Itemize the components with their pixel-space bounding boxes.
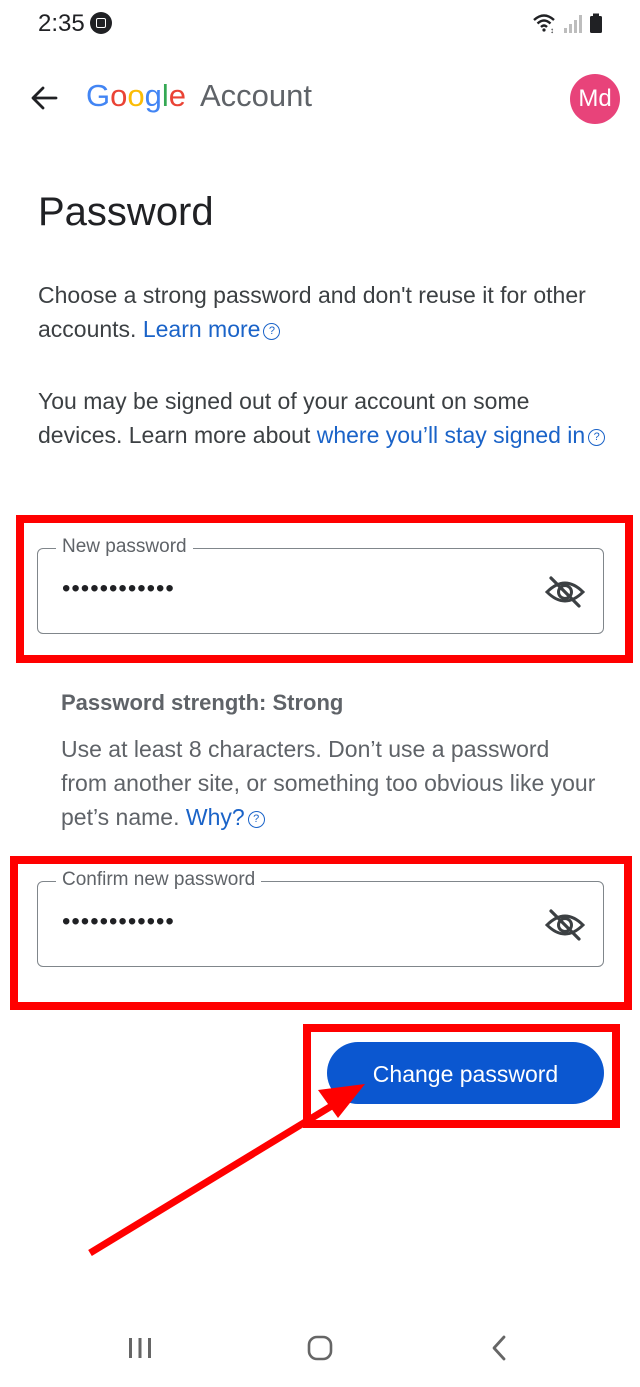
help-icon[interactable]: ?	[588, 429, 606, 446]
why-link[interactable]: Why?	[186, 804, 245, 830]
logo-letter: G	[86, 78, 111, 113]
intro-text: Choose a strong password and don't reuse…	[38, 282, 586, 342]
svg-text:↕: ↕	[550, 26, 554, 34]
password-help: Use at least 8 characters. Don’t use a p…	[61, 732, 601, 834]
signal-icon	[564, 15, 582, 33]
recents-icon[interactable]	[126, 1334, 154, 1362]
status-time: 2:35	[38, 10, 85, 37]
account-title: Account	[200, 78, 313, 113]
back-arrow-icon[interactable]	[28, 82, 60, 114]
logo-letter: e	[168, 78, 187, 113]
avatar[interactable]: Md	[570, 74, 620, 124]
status-icons: ↕	[533, 13, 602, 34]
highlight-box-change-button	[303, 1024, 620, 1128]
logo-letter: l	[161, 78, 169, 113]
logo-letter: o	[110, 78, 128, 113]
page-title: Password	[38, 190, 214, 234]
highlight-box-new-password	[16, 515, 633, 663]
google-logo: Google	[86, 78, 186, 114]
battery-icon	[590, 13, 602, 33]
home-icon[interactable]	[306, 1334, 334, 1362]
nav-back-icon[interactable]	[486, 1334, 514, 1362]
logo-letter: g	[144, 78, 162, 113]
intro-paragraph: Choose a strong password and don't reuse…	[38, 278, 608, 346]
wifi-icon: ↕	[533, 14, 555, 34]
notification-icon	[90, 12, 112, 34]
password-help-text: Use at least 8 characters. Don’t use a p…	[61, 736, 596, 830]
highlight-box-confirm-password	[10, 856, 632, 1010]
password-strength: Password strength: Strong	[61, 690, 344, 715]
signout-paragraph: You may be signed out of your account on…	[38, 384, 608, 452]
help-icon[interactable]: ?	[263, 323, 281, 340]
stay-signed-in-link[interactable]: where you’ll stay signed in	[317, 422, 585, 448]
learn-more-link[interactable]: Learn more	[143, 316, 261, 342]
help-icon[interactable]: ?	[247, 811, 265, 828]
logo-letter: o	[127, 78, 145, 113]
